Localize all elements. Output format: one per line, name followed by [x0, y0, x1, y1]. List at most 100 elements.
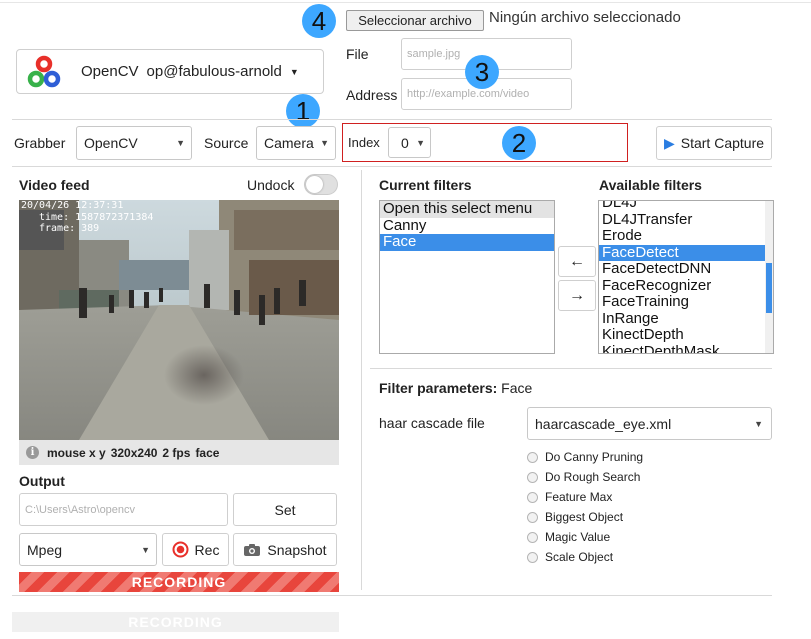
- overlay-frame: frame: 389: [39, 223, 99, 234]
- play-icon: ▶: [663, 134, 675, 151]
- set-button[interactable]: Set: [233, 493, 337, 526]
- option-feature-max[interactable]: Feature Max: [527, 489, 612, 505]
- status-filter: face: [195, 445, 220, 460]
- chevron-down-icon: ▼: [141, 544, 150, 555]
- divider: [370, 368, 772, 369]
- cascade-label: haar cascade file: [379, 415, 485, 431]
- annotation-4: 4: [302, 4, 336, 38]
- index-value: 0: [401, 134, 409, 151]
- radio-icon[interactable]: [527, 451, 538, 463]
- option-magic-value[interactable]: Magic Value: [527, 529, 610, 545]
- format-select[interactable]: Mpeg ▼: [19, 533, 157, 566]
- radio-icon[interactable]: [527, 511, 538, 523]
- output-path-input[interactable]: C:\Users\Astro\opencv: [19, 493, 228, 526]
- filter-option[interactable]: FaceDetectDNN: [599, 260, 773, 278]
- filter-option[interactable]: FaceDetect: [599, 244, 773, 261]
- overlay-date: 20/04/26 12:37:31: [21, 200, 123, 211]
- radio-icon[interactable]: [527, 471, 538, 483]
- available-filters-title: Available filters: [599, 177, 702, 193]
- user-name: op@fabulous-arnold: [146, 63, 282, 80]
- filter-option[interactable]: Face: [380, 233, 554, 251]
- chevron-down-icon: ▼: [416, 137, 425, 148]
- camera-icon: [244, 543, 261, 556]
- source-label: Source: [204, 135, 249, 151]
- radio-icon[interactable]: [527, 531, 538, 543]
- toggle-knob: [306, 176, 323, 193]
- annotation-3: 3: [465, 55, 499, 89]
- filter-params-heading: Filter parameters: Face: [379, 380, 532, 396]
- status-fps: 2 fps: [162, 445, 191, 460]
- status-mouse: mouse x y: [47, 445, 106, 460]
- divider: [12, 595, 772, 596]
- start-capture-button[interactable]: ▶ Start Capture: [656, 126, 772, 160]
- scrollbar-thumb[interactable]: [766, 263, 772, 313]
- filter-option[interactable]: Open this select menu: [380, 201, 554, 218]
- filter-option[interactable]: InRange: [599, 310, 773, 328]
- start-capture-label: Start Capture: [680, 135, 765, 151]
- user-menu-button[interactable]: OpenCV op@fabulous-arnold ▼: [16, 49, 324, 94]
- chevron-down-icon: ▼: [754, 418, 763, 429]
- recording-banner: RECORDING: [19, 572, 339, 592]
- snapshot-button[interactable]: Snapshot: [233, 533, 337, 566]
- opencv-logo-icon: [27, 55, 61, 87]
- option-do-canny-pruning[interactable]: Do Canny Pruning: [527, 449, 643, 465]
- current-filters-list[interactable]: Open this select menu Canny Face: [379, 200, 555, 354]
- option-biggest-object[interactable]: Biggest Object: [527, 509, 623, 525]
- rec-button[interactable]: Rec: [162, 533, 229, 566]
- option-label: Biggest Object: [545, 510, 624, 524]
- index-highlight-box: [342, 123, 628, 162]
- option-scale-object[interactable]: Scale Object: [527, 549, 613, 565]
- divider: [12, 119, 772, 120]
- grabber-label: Grabber: [14, 135, 66, 151]
- video-status-bar: i mouse x y 320x240 2 fps face: [19, 440, 339, 465]
- move-left-button[interactable]: ←: [558, 246, 596, 277]
- grabber-select[interactable]: OpenCV ▼: [76, 126, 192, 160]
- chevron-down-icon: ▼: [289, 66, 299, 77]
- top-divider: [0, 2, 811, 3]
- filter-option[interactable]: KinectDepthMask: [599, 343, 773, 353]
- list-scrollbar[interactable]: [765, 201, 773, 353]
- filter-option[interactable]: KinectDepth: [599, 326, 773, 344]
- option-label: Magic Value: [545, 530, 611, 544]
- radio-icon[interactable]: [527, 491, 538, 503]
- current-filters-title: Current filters: [379, 177, 472, 193]
- chevron-down-icon: ▼: [176, 138, 185, 148]
- format-value: Mpeg: [27, 541, 63, 558]
- source-select[interactable]: Camera ▼: [256, 126, 336, 160]
- status-size: 320x240: [110, 445, 158, 460]
- snapshot-label: Snapshot: [267, 541, 327, 558]
- chevron-down-icon: ▼: [320, 138, 329, 148]
- divider: [12, 166, 772, 167]
- overlay-time: time: 1587872371384: [39, 212, 153, 223]
- filter-option[interactable]: Erode: [599, 227, 773, 245]
- info-icon: i: [26, 446, 39, 459]
- filter-option[interactable]: FaceTraining: [599, 293, 773, 311]
- undock-label: Undock: [247, 177, 295, 193]
- video-feed-image[interactable]: 20/04/26 12:37:31 time: 1587872371384 fr…: [19, 200, 339, 440]
- annotation-1: 1: [286, 94, 320, 128]
- index-label: Index: [348, 135, 380, 150]
- option-label: Feature Max: [545, 490, 613, 504]
- undock-toggle[interactable]: [304, 174, 338, 195]
- move-right-button[interactable]: →: [558, 280, 596, 311]
- option-label: Do Rough Search: [545, 470, 641, 484]
- index-select[interactable]: 0 ▼: [388, 127, 431, 158]
- filter-option[interactable]: Canny: [380, 217, 554, 235]
- filter-params-title: Filter parameters:: [379, 380, 498, 396]
- filter-option[interactable]: FaceRecognizer: [599, 277, 773, 295]
- output-title: Output: [19, 473, 65, 489]
- radio-icon[interactable]: [527, 551, 538, 563]
- grabber-value: OpenCV: [84, 135, 138, 151]
- file-status: Ningún archivo seleccionado: [489, 9, 681, 26]
- app-name: OpenCV: [81, 63, 139, 80]
- vertical-divider: [361, 170, 362, 590]
- filter-option[interactable]: DL4JTransfer: [599, 211, 773, 229]
- filter-option[interactable]: DL4J: [599, 201, 773, 212]
- available-filters-list[interactable]: DL4J DL4JTransfer Erode FaceDetect FaceD…: [598, 200, 774, 354]
- street-scene-image: 20/04/26 12:37:31 time: 1587872371384 fr…: [19, 200, 339, 440]
- choose-file-button[interactable]: Seleccionar archivo: [346, 10, 484, 31]
- cascade-select[interactable]: haarcascade_eye.xml ▼: [527, 407, 772, 440]
- option-label: Scale Object: [545, 550, 614, 564]
- option-do-rough-search[interactable]: Do Rough Search: [527, 469, 640, 485]
- annotation-2: 2: [502, 126, 536, 160]
